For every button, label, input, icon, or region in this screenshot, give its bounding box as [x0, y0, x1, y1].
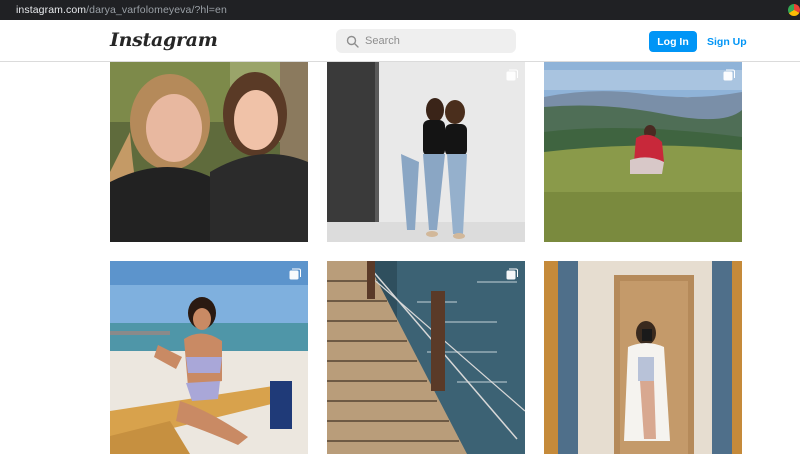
carousel-icon: [723, 69, 735, 81]
post-tile[interactable]: [327, 261, 525, 454]
log-in-button[interactable]: Log In: [649, 31, 697, 52]
post-tile[interactable]: [110, 261, 308, 454]
chrome-profile-icon[interactable]: [788, 4, 800, 16]
post-image-mountains: [544, 62, 742, 242]
post-tile[interactable]: [327, 62, 525, 242]
url-host: instagram.com: [16, 4, 87, 16]
carousel-icon: [506, 69, 518, 81]
post-image-pier: [327, 261, 525, 454]
search-box[interactable]: [336, 29, 516, 53]
url-text[interactable]: instagram.com/darya_varfolomeyeva/?hl=en: [16, 4, 227, 16]
sign-up-link[interactable]: Sign Up: [707, 31, 747, 52]
post-image-studio: [327, 62, 525, 242]
site-info-icon[interactable]: [0, 5, 10, 15]
post-tile[interactable]: [544, 261, 742, 454]
post-image-beach: [110, 261, 308, 454]
post-tile[interactable]: [544, 62, 742, 242]
carousel-icon: [289, 268, 301, 280]
instagram-logo[interactable]: Instagram: [110, 29, 218, 51]
carousel-icon: [506, 268, 518, 280]
search-input[interactable]: [365, 35, 505, 47]
post-image-selfie: [110, 62, 308, 242]
post-image-mirror-selfie: [544, 261, 742, 454]
url-path: /darya_varfolomeyeva/?hl=en: [86, 4, 227, 16]
browser-address-bar[interactable]: instagram.com/darya_varfolomeyeva/?hl=en: [0, 0, 800, 20]
search-icon: [346, 35, 359, 48]
top-navigation: Instagram Log In Sign Up: [0, 20, 800, 62]
post-tile[interactable]: [110, 62, 308, 242]
